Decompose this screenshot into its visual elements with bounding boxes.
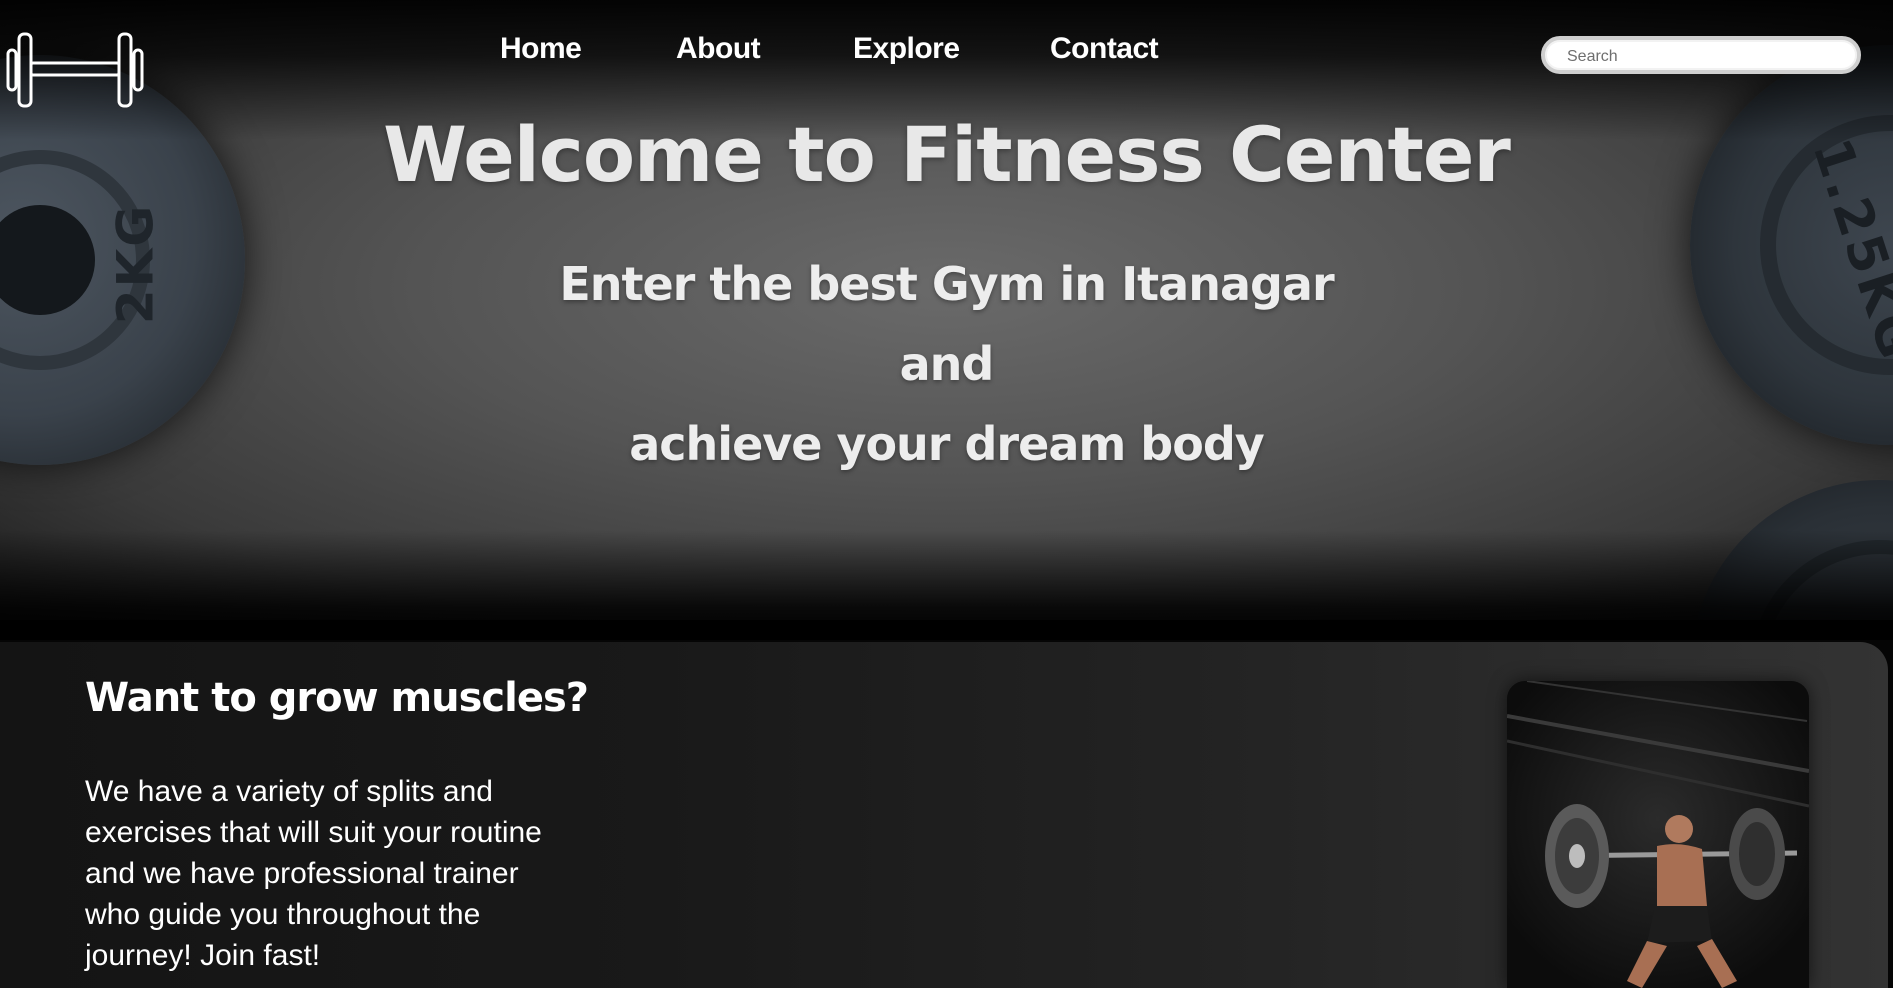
nav-explore[interactable]: Explore	[853, 32, 960, 66]
feature-title: Want to grow muscles?	[85, 675, 589, 721]
feature-description: We have a variety of splits and exercise…	[85, 771, 605, 976]
nav-home[interactable]: Home	[500, 32, 582, 66]
search-box	[1541, 36, 1861, 74]
hero-title: Welcome to Fitness Center	[383, 110, 1511, 199]
hero-subtitle-line2: and	[899, 337, 995, 391]
hero-subtitle-line3: achieve your dream body	[629, 417, 1265, 471]
feature-line: exercises that will suit your routine	[85, 816, 542, 849]
feature-line: who guide you throughout the	[85, 898, 481, 931]
athlete-squat-image	[1507, 681, 1809, 988]
dumbbell-icon[interactable]	[6, 32, 146, 108]
feature-line: journey! Join fast!	[85, 939, 321, 972]
search-input[interactable]	[1565, 44, 1839, 70]
hero-subtitle-line1: Enter the best Gym in Itanagar	[559, 257, 1334, 311]
nav-contact[interactable]: Contact	[1050, 32, 1159, 66]
nav-about[interactable]: About	[676, 32, 761, 66]
hero-banner: 2KG 1.25KG	[0, 0, 1893, 640]
feature-line: We have a variety of splits and	[85, 775, 493, 808]
weight-plate-right-bottom	[1690, 480, 1893, 640]
feature-line: and we have professional trainer	[85, 857, 519, 890]
